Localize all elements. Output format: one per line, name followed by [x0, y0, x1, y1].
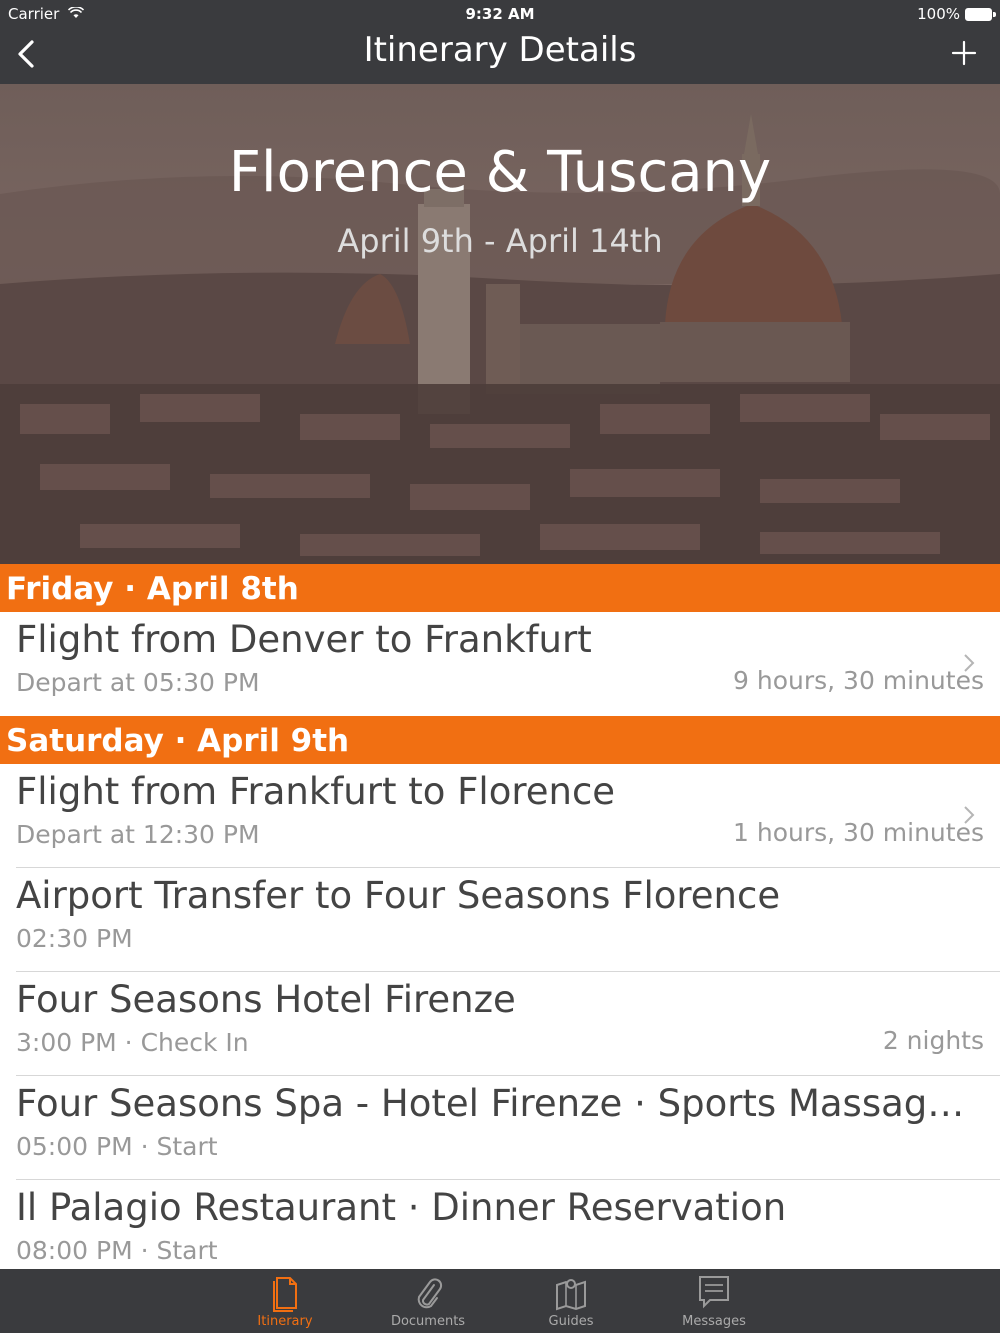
- item-title: Airport Transfer to Four Seasons Florenc…: [16, 874, 781, 917]
- list-item[interactable]: Four Seasons Spa - Hotel Firenze · Sport…: [0, 1076, 1000, 1180]
- itinerary-list: Friday · April 8th Flight from Denver to…: [0, 564, 1000, 1284]
- navigation-bar: Carrier 9:32 AM 100% Itinerary Details: [0, 0, 1000, 84]
- list-item[interactable]: Flight from Frankfurt to Florence Depart…: [0, 764, 1000, 868]
- day-header: Friday · April 8th: [0, 564, 1000, 612]
- item-duration: 1 hours, 30 minutes: [733, 818, 984, 847]
- hero-banner: Florence & Tuscany April 9th - April 14t…: [0, 84, 1000, 564]
- tab-label: Itinerary: [257, 1314, 313, 1329]
- tab-label: Documents: [390, 1314, 466, 1329]
- item-subtitle: 3:00 PM · Check In: [16, 1028, 249, 1057]
- tab-bar: Itinerary Documents Guides Messages: [0, 1269, 1000, 1333]
- item-title: Flight from Frankfurt to Florence: [16, 770, 616, 813]
- tab-label: Messages: [682, 1314, 746, 1329]
- chevron-right-icon: [964, 654, 975, 672]
- day-header: Saturday · April 9th: [0, 716, 1000, 764]
- item-subtitle: 05:00 PM · Start: [16, 1132, 218, 1161]
- add-button[interactable]: [950, 39, 978, 67]
- status-battery: 100%: [917, 5, 996, 23]
- plus-icon: [951, 40, 977, 66]
- paperclip-icon: [417, 1278, 443, 1309]
- trip-title: Florence & Tuscany: [228, 140, 772, 205]
- battery-percent: 100%: [917, 5, 960, 23]
- item-subtitle: Depart at 05:30 PM: [16, 668, 260, 697]
- list-item[interactable]: Four Seasons Hotel Firenze 3:00 PM · Che…: [0, 972, 1000, 1076]
- item-duration: 2 nights: [882, 1026, 984, 1055]
- item-title: Flight from Denver to Frankfurt: [16, 618, 592, 661]
- chevron-right-icon: [964, 806, 975, 824]
- tab-messages[interactable]: Messages: [664, 1269, 764, 1333]
- trip-dates: April 9th - April 14th: [337, 222, 663, 260]
- map-icon: [556, 1279, 586, 1311]
- list-item[interactable]: Flight from Denver to Frankfurt Depart a…: [0, 612, 1000, 716]
- item-subtitle: 02:30 PM: [16, 924, 133, 953]
- tab-guides[interactable]: Guides: [521, 1269, 621, 1333]
- message-icon: [699, 1276, 729, 1309]
- item-title: Four Seasons Hotel Firenze: [16, 978, 516, 1021]
- item-duration: 9 hours, 30 minutes: [733, 666, 984, 695]
- tab-itinerary[interactable]: Itinerary: [235, 1269, 335, 1333]
- tab-label: Guides: [548, 1314, 594, 1329]
- list-item[interactable]: Airport Transfer to Four Seasons Florenc…: [0, 868, 1000, 972]
- item-title: Four Seasons Spa - Hotel Firenze · Sport…: [16, 1082, 984, 1125]
- page-title: Itinerary Details: [363, 30, 637, 70]
- item-title: Il Palagio Restaurant · Dinner Reservati…: [16, 1186, 787, 1229]
- item-subtitle: Depart at 12:30 PM: [16, 820, 260, 849]
- tab-documents[interactable]: Documents: [378, 1269, 478, 1333]
- document-icon: [273, 1277, 297, 1312]
- item-subtitle: 08:00 PM · Start: [16, 1236, 218, 1265]
- battery-icon: [965, 7, 996, 21]
- status-time: 9:32 AM: [465, 5, 535, 23]
